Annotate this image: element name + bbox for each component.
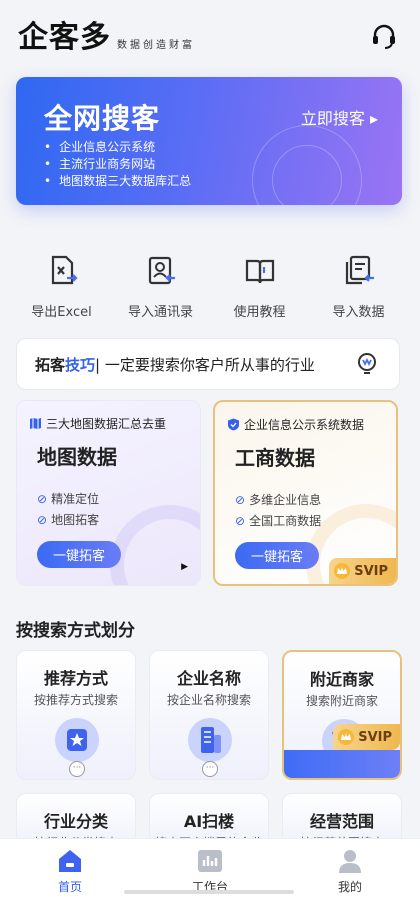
dashboard-icon xyxy=(198,850,222,872)
search-banner[interactable]: 全网搜客 立即搜客 ▸ 企业信息公示系统 主流行业商务网站 地图数据三大数据库汇… xyxy=(16,77,402,205)
tile-subtitle: 搜索附近商家 xyxy=(305,694,378,708)
data-import-icon xyxy=(345,255,374,285)
section-title: 按搜索方式划分 xyxy=(16,621,135,641)
tile-nearby[interactable]: 附近商家 搜索附近商家 SVIP xyxy=(282,650,402,780)
tile-title: 推荐方式 xyxy=(43,669,108,688)
excel-export-icon xyxy=(51,255,78,285)
card-feature: 精准定位 xyxy=(37,489,99,510)
svip-badge: SVIP xyxy=(329,558,396,584)
play-arrow-icon: ▶ xyxy=(181,562,188,572)
banner-bullets: 企业信息公示系统 主流行业商务网站 地图数据三大数据库汇总 xyxy=(44,139,191,190)
tile-subtitle: 按企业名称搜索 xyxy=(166,693,251,707)
building-icon xyxy=(188,718,232,762)
tile-title: 行业分类 xyxy=(43,812,108,831)
svip-badge-text: SVIP xyxy=(354,563,388,579)
card-features: 精准定位 地图拓客 xyxy=(37,489,99,531)
tile-title: 经营范围 xyxy=(309,812,374,831)
banner-bullet: 地图数据三大数据库汇总 xyxy=(44,173,191,190)
svip-badge: SVIP xyxy=(333,724,400,750)
tip-bar[interactable]: 拓客 技巧 | 一定要搜索你客户所从事的行业 xyxy=(16,338,400,390)
card-decoration xyxy=(110,505,200,585)
quick-action-label: 导入通讯录 xyxy=(127,305,193,320)
import-contacts-button[interactable]: 导入通讯录 xyxy=(111,254,210,320)
card-tag-text: 企业信息公示系统数据 xyxy=(244,418,365,432)
tile-footer-bar xyxy=(284,750,400,778)
nav-label: 我的 xyxy=(337,880,362,894)
card-feature: 全国工商数据 xyxy=(235,511,321,532)
card-feature: 多维企业信息 xyxy=(235,490,321,511)
tile-title: AI扫楼 xyxy=(183,812,235,831)
card-feature: 地图拓客 xyxy=(37,510,99,531)
map-expand-button[interactable]: 一键拓客 xyxy=(37,541,121,568)
tip-highlight: 技巧 xyxy=(65,355,96,374)
quick-action-label: 导入数据 xyxy=(332,305,385,320)
search-now-link[interactable]: 立即搜客 ▸ xyxy=(301,105,378,129)
nav-home[interactable]: 首页 xyxy=(0,839,140,897)
quick-actions: 导出Excel 导入通讯录 使用教程 导入数据 xyxy=(12,254,408,320)
card-title: 工商数据 xyxy=(235,446,315,470)
lightbulb-icon xyxy=(358,353,376,374)
nav-profile[interactable]: 我的 xyxy=(280,839,420,897)
card-tag: 企业信息公示系统数据 xyxy=(227,416,364,433)
quick-action-label: 使用教程 xyxy=(233,305,286,320)
svip-badge-text: SVIP xyxy=(358,729,392,745)
home-icon xyxy=(59,850,81,872)
card-tag-text: 三大地图数据汇总去重 xyxy=(46,417,167,431)
card-tag: 三大地图数据汇总去重 xyxy=(29,415,166,432)
user-icon xyxy=(339,850,361,873)
tile-company-name[interactable]: 企业名称 按企业名称搜索 ··· xyxy=(149,650,269,780)
tip-text: | 一定要搜索你客户所从事的行业 xyxy=(95,355,315,374)
business-expand-button[interactable]: 一键拓客 xyxy=(235,542,319,569)
app-slogan: 数据创造财富 xyxy=(117,40,195,51)
tutorial-button[interactable]: 使用教程 xyxy=(210,254,309,320)
headset-icon[interactable] xyxy=(370,22,398,50)
book-icon xyxy=(245,259,274,284)
business-data-card[interactable]: 企业信息公示系统数据 工商数据 多维企业信息 全国工商数据 一键拓客 SVIP xyxy=(213,400,398,586)
more-icon[interactable]: ··· xyxy=(202,761,218,777)
banner-bullet: 主流行业商务网站 xyxy=(44,156,191,173)
app-header: 企客多 数据创造财富 xyxy=(0,0,420,70)
contacts-import-icon xyxy=(148,256,175,285)
app-logo: 企客多 xyxy=(18,20,111,55)
export-excel-button[interactable]: 导出Excel xyxy=(12,254,111,320)
import-data-button[interactable]: 导入数据 xyxy=(309,254,408,320)
map-data-card[interactable]: 三大地图数据汇总去重 地图数据 精准定位 地图拓客 一键拓客 ▶ xyxy=(16,400,201,586)
banner-title: 全网搜客 xyxy=(44,102,161,135)
crown-icon xyxy=(334,563,351,579)
tile-title: 附近商家 xyxy=(309,670,374,689)
tile-subtitle: 按推荐方式搜索 xyxy=(33,693,118,707)
nav-workbench[interactable]: 工作台 xyxy=(140,839,280,897)
tile-title: 企业名称 xyxy=(176,669,241,688)
banner-bullet: 企业信息公示系统 xyxy=(44,139,191,156)
more-icon[interactable]: ··· xyxy=(69,761,85,777)
nav-label: 首页 xyxy=(57,880,82,894)
quick-action-label: 导出Excel xyxy=(31,305,92,320)
star-icon xyxy=(55,718,99,762)
map-icon xyxy=(30,418,41,429)
card-features: 多维企业信息 全国工商数据 xyxy=(235,490,321,532)
tile-recommend[interactable]: 推荐方式 按推荐方式搜索 ··· xyxy=(16,650,136,780)
crown-icon xyxy=(338,729,355,745)
shield-icon xyxy=(228,418,239,431)
home-indicator xyxy=(124,890,294,894)
card-title: 地图数据 xyxy=(37,445,117,469)
tip-prefix: 拓客 xyxy=(35,355,66,374)
bottom-nav: 首页 工作台 我的 xyxy=(0,838,420,897)
